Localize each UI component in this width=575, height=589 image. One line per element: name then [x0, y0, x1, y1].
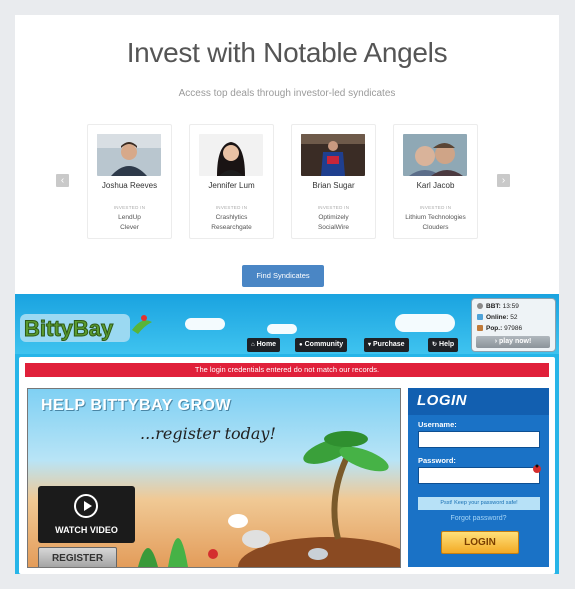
play-now-button[interactable]: › play now!: [476, 336, 550, 348]
login-button[interactable]: LOGIN: [441, 531, 519, 554]
bittybay-section: BittyBay BBT: 13:59 Online: 52 Pop.: 979…: [15, 294, 559, 574]
investor-card[interactable]: Joshua Reeves INVESTED IN LendUp Clever: [87, 124, 172, 239]
investor-photo: [199, 134, 263, 176]
cart-icon: ▾: [368, 342, 372, 348]
username-label: Username:: [418, 420, 457, 429]
invested-in-label: INVESTED IN: [113, 205, 146, 210]
page-title: Invest with Notable Angels: [126, 37, 448, 68]
stat-value: 13:59: [502, 303, 519, 310]
nav-purchase[interactable]: ▾ Purchase: [364, 338, 409, 352]
stats-panel: BBT: 13:59 Online: 52 Pop.: 97986 › play…: [471, 298, 556, 352]
help-icon: ↻: [432, 342, 438, 348]
stat-label: Online:: [486, 314, 509, 321]
error-banner: The login credentials entered do not mat…: [25, 363, 549, 377]
investor-photo: [301, 134, 365, 176]
forgot-password-link[interactable]: Forgot password?: [408, 515, 549, 522]
main-content: The login credentials entered do not mat…: [19, 357, 555, 574]
carousel-prev-button[interactable]: ‹: [56, 174, 69, 187]
find-syndicates-button[interactable]: Find Syndicates: [242, 265, 324, 287]
nav-label: Help: [439, 341, 455, 348]
angel-section: Invest with Notable Angels Access top de…: [15, 15, 559, 295]
investor-name: Brian Sugar: [312, 181, 355, 190]
stat-label: BBT:: [486, 303, 501, 310]
online-icon: [477, 314, 483, 320]
investor-company: SocialWire: [317, 224, 350, 231]
invested-in-label: INVESTED IN: [419, 205, 452, 210]
investor-name: Jennifer Lum: [208, 181, 255, 190]
page-subtitle: Access top deals through investor-led sy…: [178, 88, 396, 99]
stat-population: Pop.: 97986: [477, 325, 522, 332]
cloud-decoration: [395, 314, 455, 332]
investor-company: Lithium Technologies: [405, 214, 466, 221]
cloud-decoration: [267, 324, 297, 334]
stat-bbt: BBT: 13:59: [477, 303, 519, 310]
investor-company: Researchgate: [211, 224, 252, 231]
nav-community[interactable]: ● Community: [295, 338, 348, 352]
password-tip: Psst! Keep your password safe!: [418, 497, 540, 510]
stat-value: 52: [510, 314, 518, 321]
nav-help[interactable]: ↻ Help: [428, 338, 459, 352]
promo-headline: HELP BITTYBAY GROW: [41, 397, 232, 414]
investor-photo: [403, 134, 467, 176]
invested-in-label: INVESTED IN: [215, 205, 248, 210]
investor-company: LendUp: [118, 214, 141, 221]
register-button[interactable]: REGISTER: [38, 547, 117, 567]
invested-in-label: INVESTED IN: [317, 205, 350, 210]
investor-card[interactable]: Jennifer Lum INVESTED IN Crashlytics Res…: [189, 124, 274, 239]
stat-label: Pop.:: [486, 325, 503, 332]
investor-card[interactable]: Karl Jacob INVESTED IN Lithium Technolog…: [393, 124, 478, 239]
nav-label: Community: [304, 341, 344, 348]
login-panel: LOGIN Username: Password: Psst! Keep you…: [408, 388, 549, 567]
stat-value: 97986: [504, 325, 523, 332]
investor-company: Clever: [120, 224, 139, 231]
investor-name: Karl Jacob: [416, 181, 455, 190]
watch-video-button[interactable]: WATCH VIDEO: [38, 486, 135, 543]
investor-company: Crashlytics: [215, 214, 248, 221]
play-icon: [74, 494, 98, 518]
investor-name: Joshua Reeves: [101, 181, 158, 190]
investor-company: Clouders: [422, 224, 449, 231]
video-label: WATCH VIDEO: [55, 525, 118, 535]
community-icon: ●: [299, 342, 303, 348]
promo-script: ...register today!: [140, 424, 276, 443]
promo-banner: HELP BITTYBAY GROW ...register today! WA…: [27, 388, 401, 568]
investor-card[interactable]: Brian Sugar INVESTED IN Optimizely Socia…: [291, 124, 376, 239]
page-card: Invest with Notable Angels Access top de…: [15, 15, 559, 574]
svg-text:BittyBay: BittyBay: [24, 316, 114, 341]
population-icon: [477, 325, 483, 331]
investor-company: Optimizely: [318, 214, 349, 221]
ladybug-icon: [533, 464, 541, 473]
password-field[interactable]: [418, 467, 540, 484]
password-label: Password:: [418, 456, 456, 465]
home-icon: ⌂: [251, 342, 255, 348]
nav-label: Purchase: [373, 341, 405, 348]
stat-online: Online: 52: [477, 314, 517, 321]
carousel-next-button[interactable]: ›: [497, 174, 510, 187]
nav-label: Home: [256, 341, 277, 348]
cloud-decoration: [185, 318, 225, 330]
nav-home[interactable]: ⌂ Home: [247, 338, 281, 352]
username-field[interactable]: [418, 431, 540, 448]
bittybay-logo: BittyBay: [20, 314, 152, 342]
investor-photo: [97, 134, 161, 176]
login-title: LOGIN: [417, 392, 467, 409]
clock-icon: [477, 303, 483, 309]
